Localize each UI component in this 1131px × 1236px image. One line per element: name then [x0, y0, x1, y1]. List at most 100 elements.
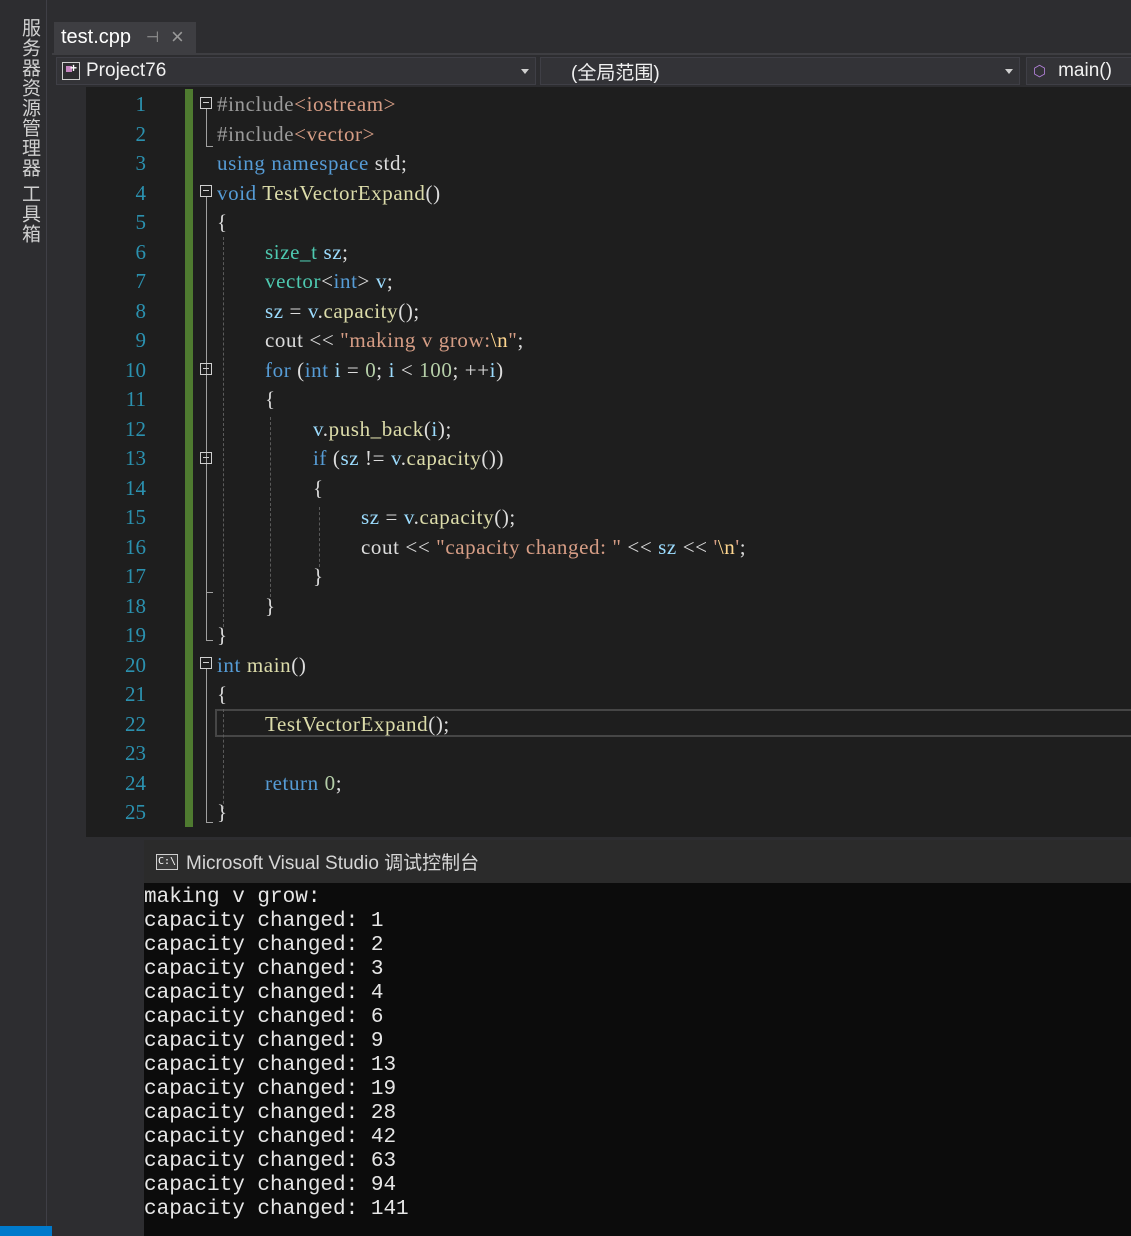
console-line: capacity changed: 1 [144, 910, 384, 933]
code-token: if [313, 446, 328, 470]
console-line: capacity changed: 94 [144, 1174, 397, 1197]
line-number: 11 [125, 387, 146, 411]
project-icon [62, 61, 80, 80]
line-number: 7 [135, 269, 147, 293]
code-token: void [217, 180, 257, 205]
code-token: sz [265, 298, 284, 323]
console-app-icon: C:\ [156, 853, 178, 870]
code-token: <vector> [294, 121, 376, 146]
code-token: sz [323, 239, 343, 264]
member-dropdown[interactable]: ⬡ main() [1026, 57, 1131, 85]
fold-line [206, 592, 213, 593]
code-token: sz [658, 534, 677, 559]
code-token: () [425, 180, 441, 205]
collapse-icon[interactable] [200, 452, 212, 464]
line-number: 10 [125, 357, 146, 382]
code-line: return 0; [265, 769, 342, 799]
debug-console-window[interactable]: C:\ Microsoft Visual Studio 调试控制台 making… [144, 840, 1131, 1236]
line-number: 22 [125, 711, 146, 736]
code-token: ; [376, 357, 389, 382]
code-editor[interactable]: 1 2 3 4 5 6 7 8 9 10 11 12 13 14 15 16 1… [86, 87, 1131, 837]
fold-line [206, 669, 207, 823]
project-name: Project76 [86, 60, 167, 81]
code-line: if (sz != v.capacity()) [313, 444, 504, 474]
change-tracking-bar [185, 89, 193, 827]
line-number: 24 [125, 770, 146, 795]
console-output: making v grow: capacity changed: 1 capac… [144, 886, 1131, 1222]
code-token: << [676, 534, 714, 559]
code-line: #include<vector> [217, 120, 375, 150]
code-line: #include<iostream> [217, 90, 396, 120]
code-token: #include [217, 121, 295, 146]
code-token: } [217, 800, 228, 824]
code-line: int main() [217, 651, 306, 681]
close-icon[interactable]: × [171, 24, 184, 50]
code-token: != [359, 446, 391, 470]
code-token: "making v grow: [340, 328, 491, 352]
code-token: { [265, 387, 276, 411]
code-line: { [217, 208, 228, 238]
code-token: = [379, 505, 404, 529]
chevron-down-icon [1005, 69, 1013, 74]
code-token: = [283, 298, 308, 323]
code-line: sz = v.capacity(); [361, 503, 516, 533]
code-token: v [390, 446, 401, 470]
indent-guide [270, 417, 271, 597]
console-line: capacity changed: 141 [144, 1198, 409, 1221]
code-line: { [265, 385, 276, 415]
collapse-icon[interactable] [200, 97, 212, 109]
line-number: 19 [125, 623, 146, 647]
code-line: } [217, 621, 228, 651]
code-token: (); [428, 711, 450, 736]
toolbox-tab[interactable]: 工具箱 [16, 184, 43, 244]
code-token: < [321, 269, 334, 293]
code-token: cout << [265, 328, 341, 352]
code-token: sz [361, 505, 380, 529]
tab-test-cpp[interactable]: test.cpp ⊣ × [54, 22, 196, 53]
code-line: { [313, 474, 324, 504]
code-line: v.push_back(i); [313, 415, 452, 445]
line-number: 9 [135, 328, 147, 352]
line-number: 21 [125, 682, 146, 706]
line-number: 12 [125, 416, 146, 441]
code-token: } [217, 623, 228, 647]
code-token: return [265, 770, 319, 795]
navigation-bar: Project76 (全局范围) ⬡ main() [52, 55, 1131, 87]
side-tool-strip: 服务器资源管理器 工具箱 [0, 0, 47, 1236]
code-token: { [313, 475, 324, 500]
code-token: ; [517, 328, 524, 352]
line-number: 16 [125, 534, 146, 559]
code-token: = [341, 357, 366, 382]
project-dropdown[interactable]: Project76 [56, 57, 536, 85]
server-explorer-tab[interactable]: 服务器资源管理器 [16, 18, 43, 178]
code-token: "capacity changed: " [436, 534, 622, 559]
fold-line [206, 822, 213, 823]
console-title-bar[interactable]: C:\ Microsoft Visual Studio 调试控制台 [144, 840, 1131, 883]
code-token: 0 [365, 357, 377, 382]
line-number: 5 [135, 210, 147, 234]
console-line: capacity changed: 3 [144, 958, 384, 981]
collapse-icon[interactable] [200, 363, 212, 375]
code-token: { [217, 210, 228, 234]
pin-icon[interactable]: ⊣ [146, 28, 162, 46]
line-number: 23 [125, 741, 146, 765]
code-line: cout << "capacity changed: " << sz << '\… [361, 533, 746, 563]
line-number: 20 [125, 652, 146, 677]
scope-dropdown[interactable]: (全局范围) [540, 57, 1020, 85]
code-line: vector<int> v; [265, 267, 393, 297]
scope-name: (全局范围) [571, 62, 660, 84]
code-token: #include [217, 92, 295, 116]
code-token: ( [327, 446, 341, 470]
code-token: { [217, 682, 228, 706]
collapse-icon[interactable] [200, 657, 212, 669]
collapse-icon[interactable] [200, 185, 212, 197]
code-line: for (int i = 0; i < 100; ++i) [265, 356, 504, 386]
code-token: vector [265, 269, 322, 293]
fold-line [206, 109, 207, 147]
line-number: 17 [125, 564, 146, 588]
code-token: TestVectorExpand [265, 711, 429, 736]
code-token: <iostream> [294, 92, 397, 116]
code-token: \n [717, 534, 736, 559]
code-token: v [403, 505, 414, 529]
code-line: sz = v.capacity(); [265, 297, 420, 327]
